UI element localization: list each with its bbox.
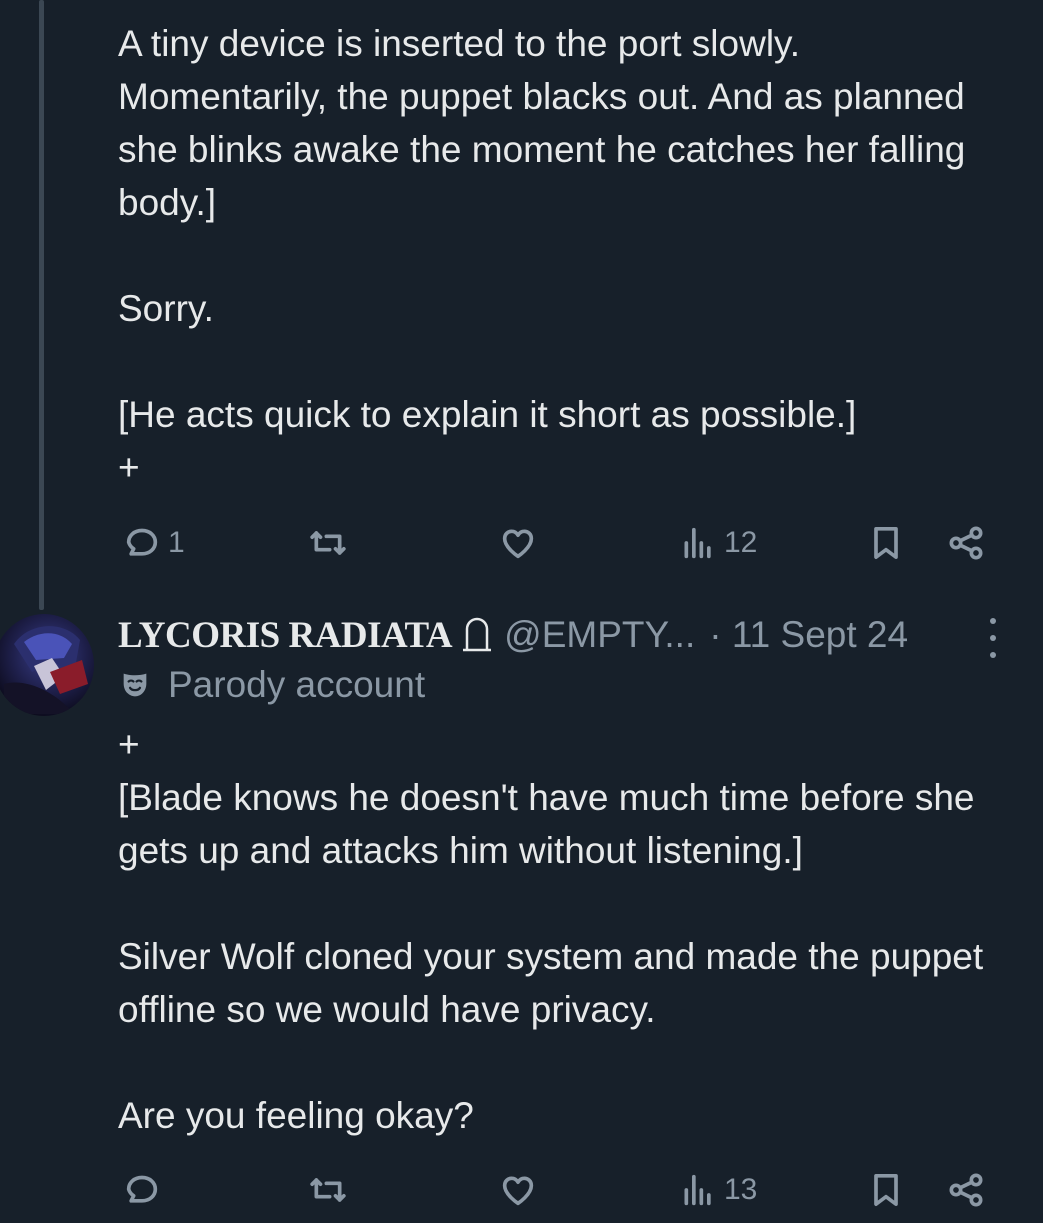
reply-icon (126, 1175, 158, 1203)
retweet-icon (310, 531, 346, 555)
retweet-button[interactable] (308, 518, 348, 568)
share-icon (949, 1173, 983, 1207)
bookmark-icon (874, 527, 898, 559)
more-button[interactable] (986, 618, 1000, 658)
tweet-text: + [Blade knows he doesn't have much time… (118, 724, 984, 1136)
like-icon (502, 1176, 534, 1206)
share-icon (949, 526, 983, 560)
like-button[interactable] (498, 1165, 538, 1215)
view-count: 12 (724, 526, 758, 559)
timestamp[interactable]: · 11 Sept 24 (709, 614, 908, 656)
views-icon (684, 1174, 711, 1206)
like-icon (502, 529, 534, 559)
parody-mask-icon (123, 673, 147, 697)
handle[interactable]: @EMPTY... (504, 614, 695, 656)
reply-button[interactable] (122, 1165, 168, 1215)
views-button[interactable]: 12 (678, 518, 757, 568)
reply-count: 1 (168, 526, 185, 559)
display-name[interactable]: LYCORIS RADIATA (118, 614, 453, 657)
retweet-button[interactable] (308, 1165, 348, 1215)
retweet-icon (310, 1178, 346, 1202)
views-icon (684, 527, 711, 559)
like-button[interactable] (498, 518, 538, 568)
avatar-image (4, 626, 88, 714)
bookmark-button[interactable] (866, 1165, 906, 1215)
tweet-text: A tiny device is inserted to the port sl… (118, 23, 966, 488)
share-button[interactable] (946, 1165, 986, 1215)
thread-line (39, 0, 44, 610)
avatar[interactable] (0, 614, 94, 716)
share-button[interactable] (946, 518, 986, 568)
views-button[interactable]: 13 (678, 1165, 757, 1215)
tweet-header: LYCORIS RADIATA @EMPTY... · 11 Sept 24 (118, 610, 908, 660)
reply-icon (126, 528, 158, 556)
view-count: 13 (724, 1173, 758, 1206)
tombstone-icon (463, 617, 492, 652)
parody-label-text: Parody account (168, 664, 426, 705)
bookmark-icon (874, 1174, 898, 1206)
reply-button[interactable]: 1 (122, 518, 185, 568)
parody-label: Parody account (118, 662, 425, 708)
tweet-actions: 13 (118, 1165, 998, 1215)
more-icon (990, 618, 996, 624)
tweet-actions: 1 12 (118, 518, 998, 568)
bookmark-button[interactable] (866, 518, 906, 568)
